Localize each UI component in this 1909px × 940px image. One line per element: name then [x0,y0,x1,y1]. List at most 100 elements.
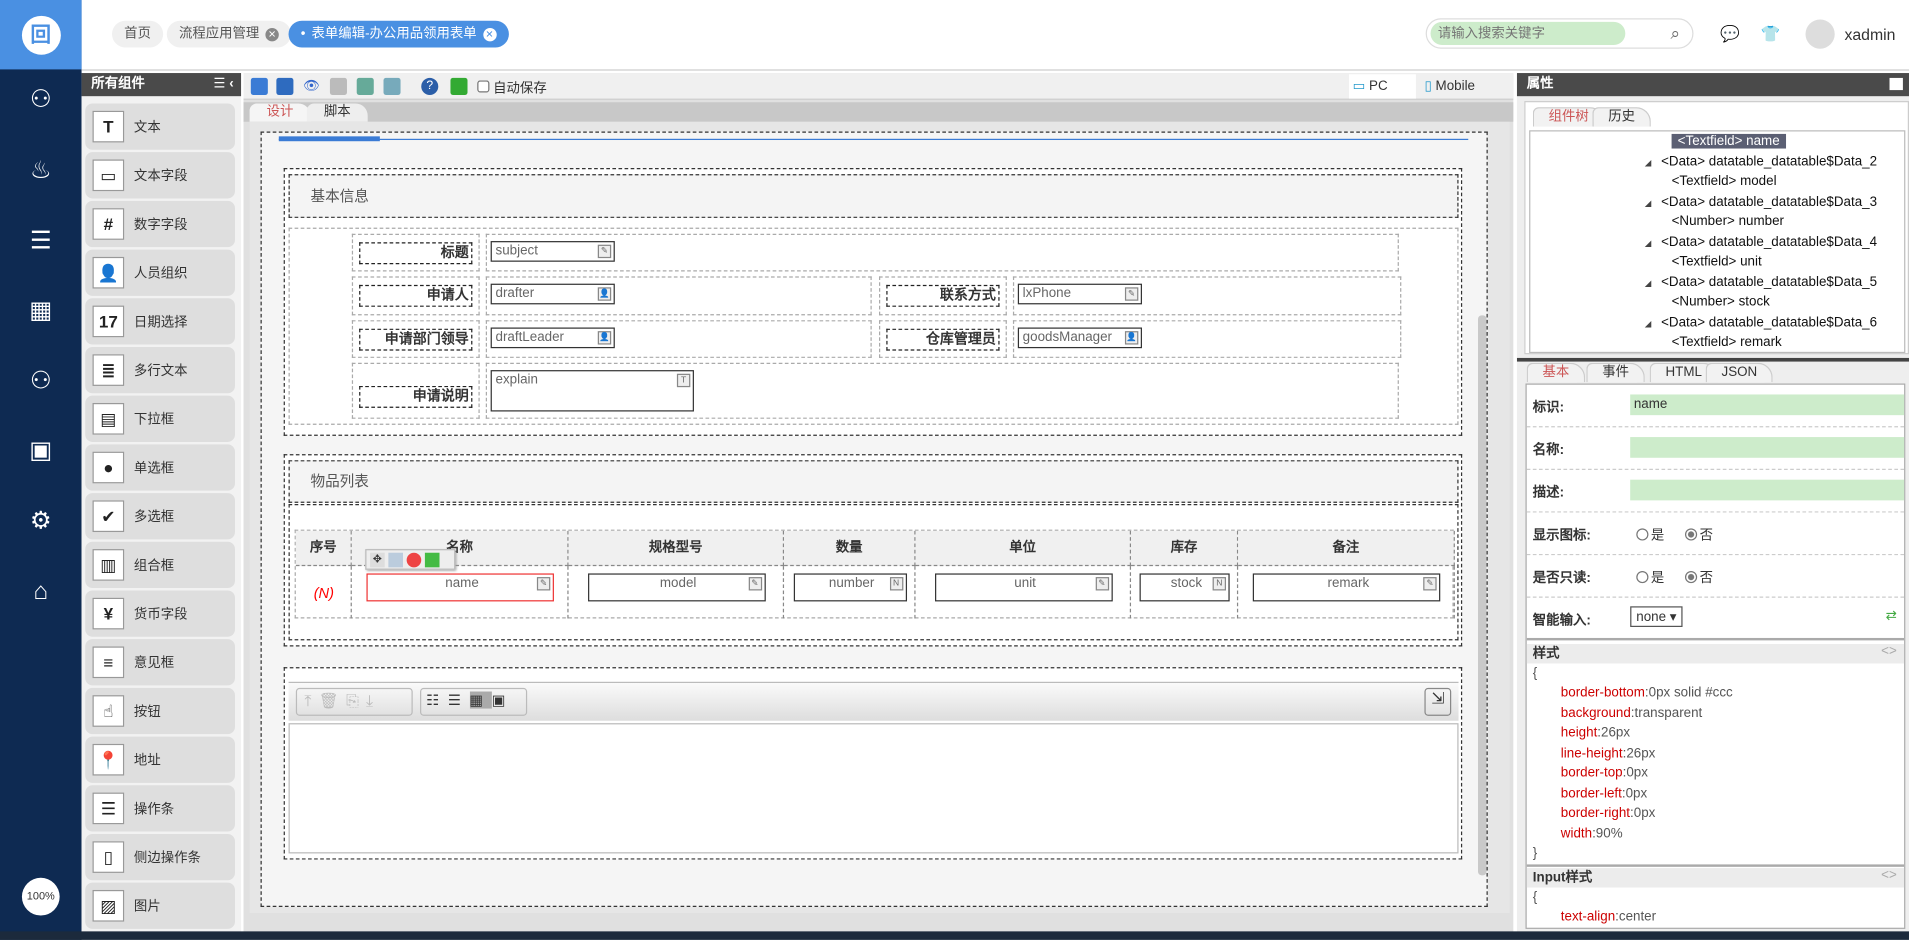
save-as-icon[interactable] [276,77,294,95]
meeting-icon[interactable]: ⚇ [0,82,82,119]
tree-node[interactable]: <Number> stock [1672,295,1770,310]
tree-node[interactable]: ◢ <Data> datatable_datatable$Data_4 [1645,234,1877,249]
ordered-list-icon[interactable]: ☰ [448,692,470,709]
app-logo[interactable]: 回 [0,0,82,70]
avatar[interactable] [1805,19,1835,49]
download-icon[interactable]: ⤓ [366,692,380,710]
field-input[interactable]: drafter 👤 [490,283,615,305]
cell-input-number[interactable]: number N [793,573,907,602]
tree-node[interactable]: ◢ <Data> datatable_datatable$Data_2 [1645,154,1877,169]
tree-node[interactable]: ◢ <Data> datatable_datatable$Data_5 [1645,275,1877,290]
preview-icon[interactable]: 👁 [303,78,320,95]
cell-input-unit[interactable]: unit ✎ [934,573,1113,602]
tab-history[interactable]: 历史 [1592,107,1651,127]
username[interactable]: xadmin [1844,26,1895,44]
component-item[interactable]: 📍 地址 [85,736,235,783]
menu-collapse-icon[interactable]: ☰ ‹ [214,73,234,96]
mobile-button[interactable]: ▯ Mobile [1424,78,1475,94]
export-icon[interactable] [383,77,401,95]
save-icon[interactable] [250,77,268,95]
cell-input-remark[interactable]: remark ✎ [1252,573,1441,602]
trash-icon[interactable]: 🗑 [319,692,346,710]
tree-node[interactable]: <Textfield> name [1671,133,1786,149]
tab-json[interactable]: JSON [1705,362,1774,383]
print-icon[interactable] [329,77,347,95]
tab-home[interactable]: 首页 [112,20,164,48]
component-item[interactable]: ▨ 图片 [85,882,235,929]
expand-icon[interactable]: ◢ [1645,239,1652,248]
component-item[interactable]: ✔ 多选框 [85,493,235,540]
expand-icon[interactable]: ◢ [1645,279,1652,288]
textarea-icon[interactable]: T [676,373,691,388]
component-item[interactable]: ≣ 多行文本 [85,346,235,394]
component-item[interactable]: ▤ 下拉框 [85,395,235,442]
user-icon[interactable]: 👤 [597,331,612,345]
user-settings-icon[interactable]: ⚙ [0,503,82,540]
calendar-icon[interactable]: ▦ [0,292,82,329]
component-item[interactable]: # 数字字段 [85,200,235,248]
code-icon[interactable]: <> [1881,868,1897,883]
component-item[interactable]: ≡ 意见框 [85,639,235,686]
desc-input[interactable] [1630,479,1905,501]
readonly-no[interactable]: 否 [1684,567,1713,586]
tab-form-editor[interactable]: • 表单编辑-办公用品领用表单 ✕ [288,20,509,48]
fire-icon[interactable]: ♨ [0,152,82,189]
upload-icon[interactable]: ⤒ [304,692,318,710]
tab-process-management[interactable]: 流程应用管理 ✕ [166,20,291,48]
expand-icon[interactable]: ◢ [1645,159,1652,168]
component-item[interactable]: ☰ 操作条 [85,785,235,832]
tree-node[interactable]: <Textfield> model [1672,174,1777,189]
show-icon-no[interactable]: 否 [1684,525,1713,544]
smart-input-select[interactable]: none ▾ [1630,606,1683,627]
tab-事件[interactable]: 事件 [1586,362,1645,383]
zoom-level[interactable]: 100% [21,877,60,916]
help-icon[interactable]: ? [421,77,439,95]
component-item[interactable]: ▥ 组合框 [85,541,235,589]
field-input[interactable]: goodsManager 👤 [1017,327,1142,349]
message-icon[interactable]: 💬 [1720,24,1740,43]
tab-基本[interactable]: 基本 [1526,362,1586,383]
splitter[interactable] [1516,357,1909,362]
number-icon[interactable]: N [1212,577,1226,591]
delete-icon[interactable] [406,552,422,568]
tree-node[interactable]: <Textfield> unit [1672,254,1762,269]
name-input[interactable] [1630,437,1905,458]
component-item[interactable]: ▭ 文本字段 [85,152,235,199]
component-item[interactable]: ☝ 按钮 [85,687,235,735]
text-icon[interactable]: ✎ [1095,577,1109,591]
text-icon[interactable]: ✎ [536,577,551,591]
pc-button[interactable]: ▭ PC [1348,74,1416,99]
tab-design[interactable]: 设计 [249,103,311,122]
expand-icon[interactable]: ◢ [1645,320,1652,329]
text-icon[interactable]: ✎ [748,577,762,591]
tree-node[interactable]: <Textfield> remark [1672,335,1782,350]
grid-icon[interactable]: ▦ [469,691,492,709]
component-item[interactable]: 17 日期选择 [85,298,235,345]
component-item[interactable]: T 文本 [85,103,235,150]
import-icon[interactable] [356,77,374,95]
tree-node[interactable]: <Number> number [1672,214,1784,229]
close-icon[interactable]: ✕ [265,27,279,41]
id-input[interactable]: name [1630,394,1905,416]
user-icon[interactable]: 👤 [597,287,612,301]
cell-input-model[interactable]: model ✎ [587,573,766,602]
user-icon[interactable]: 👤 [1124,331,1139,345]
code-icon[interactable]: <> [1881,644,1897,659]
minimize-icon[interactable] [1889,77,1903,91]
presentation-icon[interactable]: ▣ [0,432,82,469]
image-icon[interactable]: ▣ [492,692,514,709]
tree-node[interactable]: ◢ <Data> datatable_datatable$Data_3 [1645,194,1877,209]
team-icon[interactable]: ⚇ [0,363,82,400]
move-icon[interactable]: ✥ [370,552,385,568]
field-input[interactable]: subject ✎ [490,241,615,262]
show-icon-yes[interactable]: 是 [1636,525,1664,544]
home-icon[interactable]: ⌂ [0,573,82,610]
tab-script[interactable]: 脚本 [306,103,368,122]
text-icon[interactable]: ✎ [1124,287,1139,301]
fullscreen-icon[interactable]: ⇲ [1424,687,1452,716]
text-icon[interactable]: ✎ [1423,577,1437,591]
copy-icon[interactable] [388,552,403,568]
search-input[interactable] [1430,21,1626,46]
field-input[interactable]: lxPhone ✎ [1017,283,1142,305]
cell-input-name[interactable]: name ✎ [366,573,554,602]
